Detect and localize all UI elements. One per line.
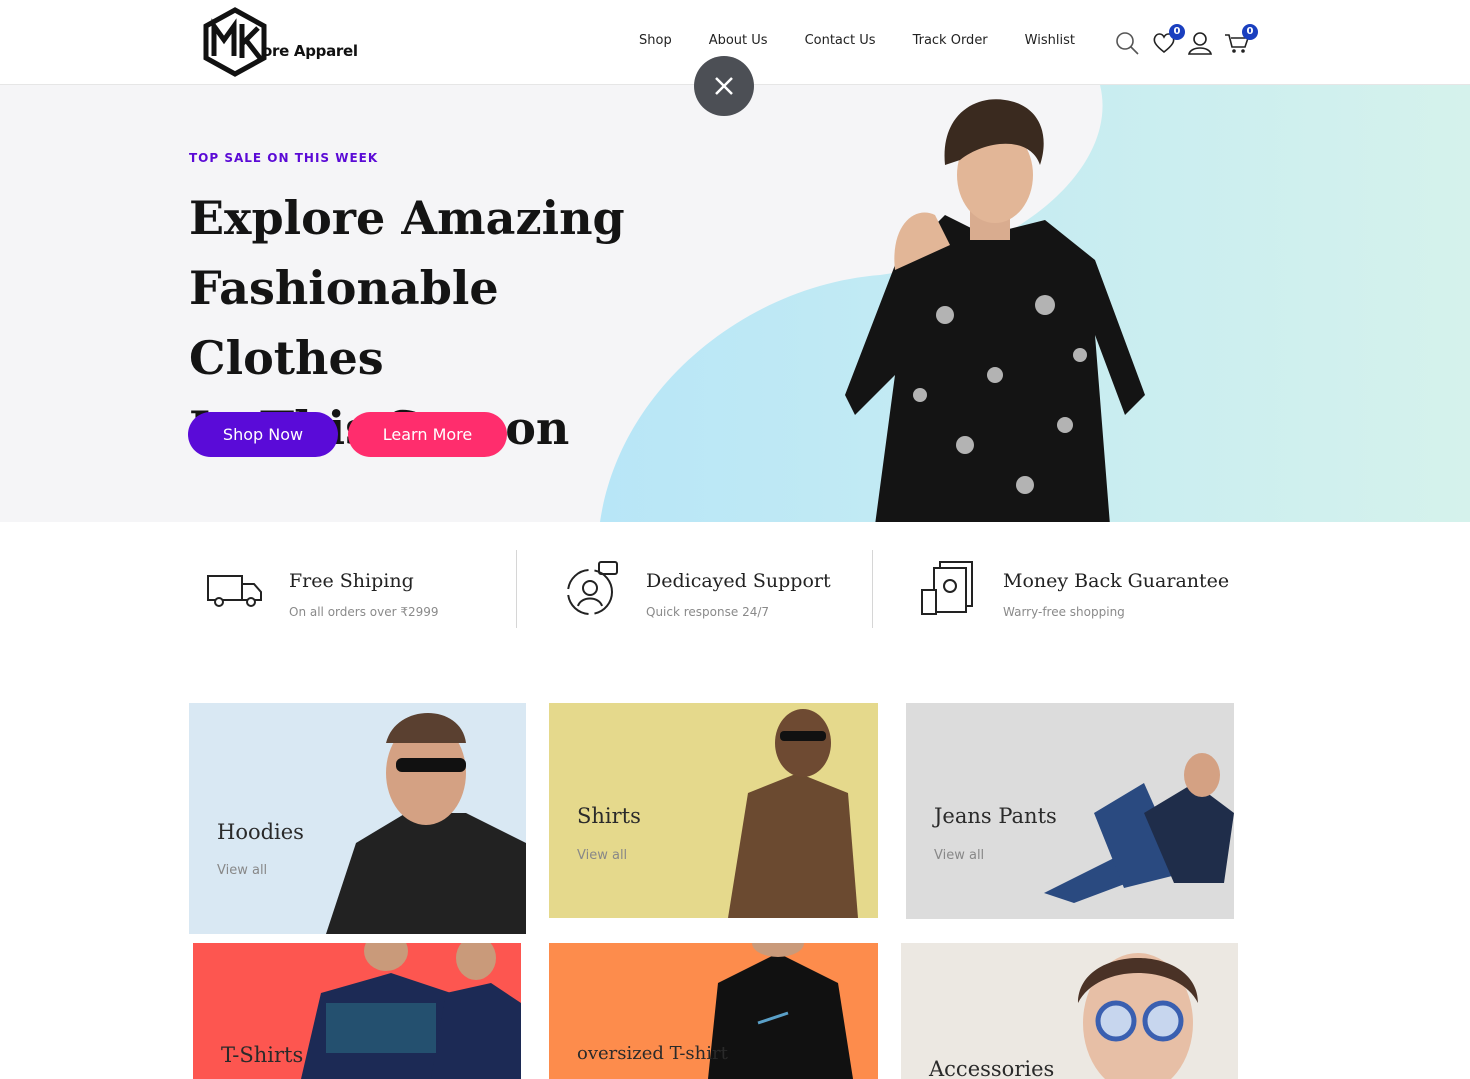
view-all-link[interactable]: View all xyxy=(934,848,984,863)
feature-divider xyxy=(872,550,873,628)
category-title: oversized T-shirt xyxy=(577,1043,728,1064)
feature-support: Dedicayed Support Quick response 24/7 xyxy=(563,550,863,628)
view-all-link[interactable]: View all xyxy=(217,863,267,878)
category-title: Accessories xyxy=(929,1057,1055,1079)
feature-subtitle: Warry-free shopping xyxy=(1003,605,1125,619)
hero-title-line: Fashionable Clothes xyxy=(189,261,499,385)
category-image xyxy=(326,713,526,934)
feature-subtitle: Quick response 24/7 xyxy=(646,605,770,619)
logo-text: ore Apparel xyxy=(262,42,358,60)
money-icon xyxy=(921,561,973,615)
wishlist-heart-icon[interactable]: 0 xyxy=(1151,24,1185,56)
category-card-oversized-t-shirt[interactable]: oversized T-shirt xyxy=(549,943,878,1079)
nav-shop[interactable]: Shop xyxy=(639,33,672,48)
feature-title: Money Back Guarantee xyxy=(1003,570,1230,592)
account-icon[interactable] xyxy=(1187,30,1213,56)
learn-more-button[interactable]: Learn More xyxy=(348,412,507,457)
feature-subtitle: On all orders over ₹2999 xyxy=(289,605,439,619)
feature-title: Free Shiping xyxy=(289,570,414,592)
support-icon xyxy=(567,561,618,615)
main-nav: Shop About Us Contact Us Track Order Wis… xyxy=(639,33,1112,48)
category-title: Shirts xyxy=(577,804,641,828)
category-image xyxy=(301,943,521,1079)
hero-title-line: Explore Amazing xyxy=(189,191,625,245)
feature-money-back: Money Back Guarantee Warry-free shopping xyxy=(920,550,1250,628)
view-all-link[interactable]: View all xyxy=(577,848,627,863)
feature-divider xyxy=(516,550,517,628)
nav-about-us[interactable]: About Us xyxy=(709,33,768,48)
brand-logo[interactable]: ore Apparel xyxy=(200,6,370,78)
category-card-jeans-pants[interactable]: Jeans Pants View all xyxy=(906,703,1234,919)
category-image xyxy=(1044,753,1234,903)
category-card-accessories[interactable]: Accessories xyxy=(901,943,1238,1079)
truck-icon xyxy=(207,575,262,607)
category-image xyxy=(728,709,858,918)
feature-title: Dedicayed Support xyxy=(646,570,831,592)
logo-mark-icon xyxy=(203,7,267,77)
feature-free-shipping: Free Shiping On all orders over ₹2999 xyxy=(206,550,506,628)
close-icon xyxy=(715,77,733,95)
shop-now-button[interactable]: Shop Now xyxy=(188,412,338,457)
nav-contact-us[interactable]: Contact Us xyxy=(805,33,876,48)
hero-model-image xyxy=(845,99,1145,522)
cart-icon[interactable]: 0 xyxy=(1224,24,1258,56)
search-icon[interactable] xyxy=(1114,30,1140,56)
category-card-shirts[interactable]: Shirts View all xyxy=(549,703,878,918)
category-title: T-Shirts xyxy=(221,1043,304,1067)
hero-tagline: TOP SALE ON THIS WEEK xyxy=(189,151,379,165)
category-title: Jeans Pants xyxy=(934,804,1057,828)
category-title: Hoodies xyxy=(217,820,304,844)
cart-count-badge: 0 xyxy=(1242,24,1258,40)
close-button[interactable] xyxy=(694,56,754,116)
nav-track-order[interactable]: Track Order xyxy=(913,33,988,48)
wishlist-count-badge: 0 xyxy=(1169,24,1185,40)
nav-wishlist[interactable]: Wishlist xyxy=(1025,33,1075,48)
category-card-hoodies[interactable]: Hoodies View all xyxy=(189,703,526,934)
category-card-t-shirts[interactable]: T-Shirts xyxy=(193,943,521,1079)
hero-banner: TOP SALE ON THIS WEEK Explore Amazing Fa… xyxy=(0,85,1470,522)
